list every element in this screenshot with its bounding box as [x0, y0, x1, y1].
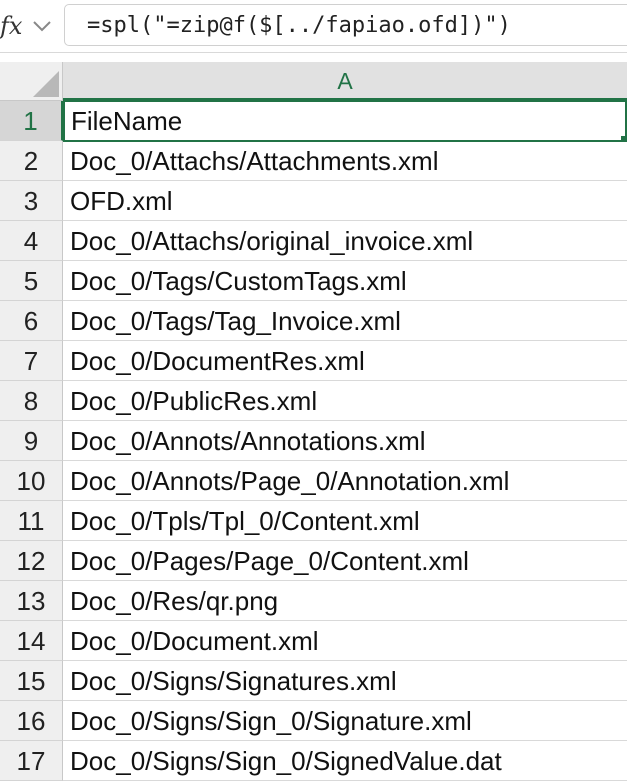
- cell-value: Doc_0/Annots/Page_0/Annotation.xml: [70, 466, 510, 496]
- cell-value: FileName: [71, 106, 183, 136]
- row-header[interactable]: 14: [0, 621, 63, 661]
- formula-bar: fx =spl("=zip@f($[../fapiao.ofd])"): [0, 0, 627, 53]
- cell-value: Doc_0/Tags/Tag_Invoice.xml: [70, 306, 401, 336]
- row-header[interactable]: 11: [0, 501, 63, 541]
- cell-value: Doc_0/Signs/Sign_0/Signature.xml: [70, 706, 472, 736]
- cell[interactable]: Doc_0/Attachs/original_invoice.xml: [63, 221, 627, 261]
- cell[interactable]: Doc_0/Signs/Sign_0/Signature.xml: [63, 701, 627, 741]
- cell-value: Doc_0/Tpls/Tpl_0/Content.xml: [70, 506, 420, 536]
- row-header[interactable]: 16: [0, 701, 63, 741]
- cell-value: Doc_0/Annots/Annotations.xml: [70, 426, 426, 456]
- row-header[interactable]: 15: [0, 661, 63, 701]
- cell[interactable]: Doc_0/Res/qr.png: [63, 581, 627, 621]
- cell[interactable]: Doc_0/Tags/CustomTags.xml: [63, 261, 627, 301]
- fx-icon[interactable]: fx: [0, 9, 24, 43]
- row-header[interactable]: 13: [0, 581, 63, 621]
- row-header[interactable]: 8: [0, 381, 63, 421]
- row-header[interactable]: 5: [0, 261, 63, 301]
- cell[interactable]: Doc_0/Attachs/Attachments.xml: [63, 141, 627, 181]
- row-header[interactable]: 12: [0, 541, 63, 581]
- select-all-corner[interactable]: [0, 62, 63, 101]
- cell[interactable]: Doc_0/Signs/Sign_0/SignedValue.dat: [63, 741, 627, 781]
- row-header[interactable]: 4: [0, 221, 63, 261]
- cell-value: Doc_0/Signs/Sign_0/SignedValue.dat: [70, 746, 502, 776]
- row-header[interactable]: 7: [0, 341, 63, 381]
- cell[interactable]: Doc_0/PublicRes.xml: [63, 381, 627, 421]
- cell[interactable]: Doc_0/Document.xml: [63, 621, 627, 661]
- formula-text: =spl("=zip@f($[../fapiao.ofd])"): [87, 13, 511, 38]
- column-header-a[interactable]: A: [63, 62, 627, 101]
- selected-cell[interactable]: FileName: [63, 100, 627, 142]
- cell[interactable]: Doc_0/Signs/Signatures.xml: [63, 661, 627, 701]
- chevron-down-icon[interactable]: [28, 12, 56, 40]
- cell-value: Doc_0/Tags/CustomTags.xml: [70, 266, 407, 296]
- cell[interactable]: Doc_0/Tags/Tag_Invoice.xml: [63, 301, 627, 341]
- select-all-triangle-icon: [33, 71, 59, 97]
- cell-value: Doc_0/Res/qr.png: [70, 586, 279, 616]
- toolbar-gap: [0, 53, 627, 62]
- cell-value: Doc_0/Document.xml: [70, 626, 319, 656]
- row-header[interactable]: 10: [0, 461, 63, 501]
- cell[interactable]: Doc_0/DocumentRes.xml: [63, 341, 627, 381]
- row-header[interactable]: 9: [0, 421, 63, 461]
- cell-value: Doc_0/Signs/Signatures.xml: [70, 666, 397, 696]
- cell[interactable]: OFD.xml: [63, 181, 627, 221]
- cell-value: Doc_0/Pages/Page_0/Content.xml: [70, 546, 469, 576]
- row-header[interactable]: 6: [0, 301, 63, 341]
- cell-value: Doc_0/Attachs/original_invoice.xml: [70, 226, 474, 256]
- cell[interactable]: Doc_0/Annots/Page_0/Annotation.xml: [63, 461, 627, 501]
- row-header[interactable]: 1: [0, 101, 63, 141]
- cell[interactable]: Doc_0/Annots/Annotations.xml: [63, 421, 627, 461]
- cell-value: Doc_0/PublicRes.xml: [70, 386, 318, 416]
- cell-value: Doc_0/DocumentRes.xml: [70, 346, 365, 376]
- spreadsheet-app: fx =spl("=zip@f($[../fapiao.ofd])") A 12…: [0, 0, 627, 783]
- cell[interactable]: Doc_0/Pages/Page_0/Content.xml: [63, 541, 627, 581]
- row-header[interactable]: 3: [0, 181, 63, 221]
- row-header[interactable]: 2: [0, 141, 63, 181]
- row-header[interactable]: 17: [0, 741, 63, 781]
- cell[interactable]: Doc_0/Tpls/Tpl_0/Content.xml: [63, 501, 627, 541]
- cell-value: OFD.xml: [70, 186, 173, 216]
- formula-input[interactable]: =spl("=zip@f($[../fapiao.ofd])"): [64, 4, 627, 46]
- cell-value: Doc_0/Attachs/Attachments.xml: [70, 146, 439, 176]
